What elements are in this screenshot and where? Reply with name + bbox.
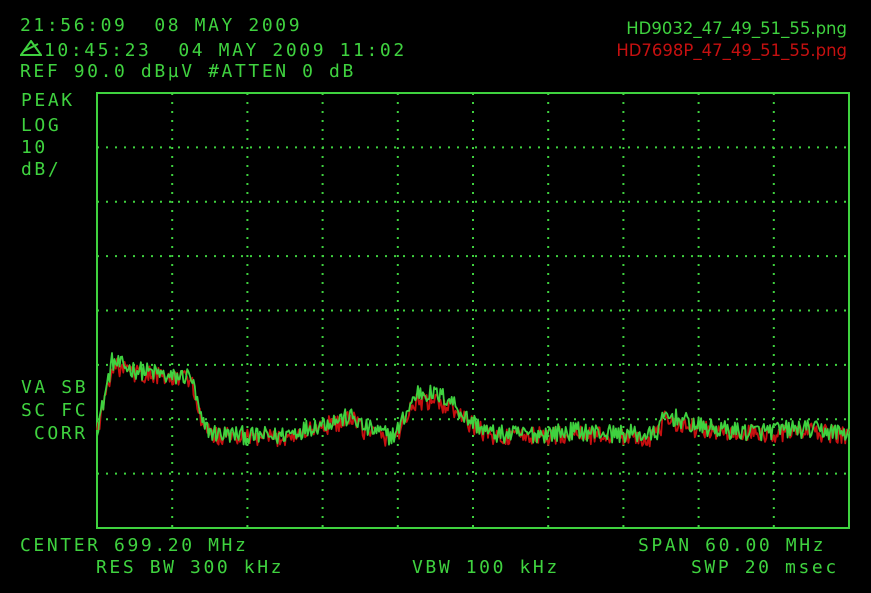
sweep-time: SWP 20 msec [691, 557, 839, 578]
graticule [96, 92, 850, 529]
center-frequency: CENTER 699.20 MHz [20, 535, 249, 556]
resolution-bandwidth: RES BW 300 kHz [96, 557, 285, 578]
spectrum-plot [96, 92, 850, 529]
span-readout: SPAN 60.00 MHz [638, 535, 827, 556]
video-bandwidth: VBW 100 kHz [412, 557, 560, 578]
